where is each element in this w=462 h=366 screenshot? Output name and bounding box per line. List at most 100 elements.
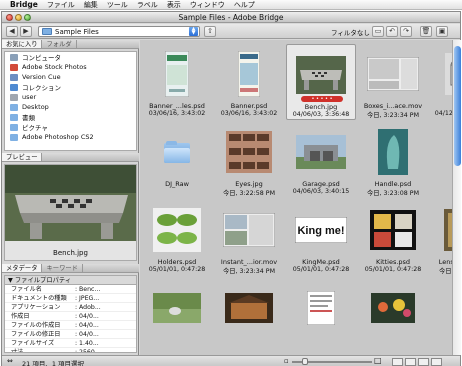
file-item[interactable]: Banner_...les.psd 03/06/16, 3:43:02: [142, 44, 212, 120]
thumbnail-image: [294, 284, 348, 332]
filter-menu[interactable]: フィルタなし ▾: [331, 27, 375, 37]
file-item[interactable]: [214, 278, 284, 354]
compact-mode-button[interactable]: ▣: [436, 26, 448, 37]
versions-view-button[interactable]: [431, 358, 442, 366]
file-item[interactable]: Instant_...ior.mov 今日, 3:23:34 PM: [214, 200, 284, 276]
computer-icon: [10, 53, 18, 61]
tab-preview[interactable]: プレビュー: [2, 153, 43, 161]
large-thumb-icon: □: [374, 356, 382, 365]
file-item[interactable]: Kitties.psd 05/01/01, 0:47:28: [358, 200, 428, 276]
thumbnail-image: [222, 128, 276, 176]
desktop-folder-icon: [10, 103, 18, 111]
thumbnail-image: [222, 284, 276, 332]
file-item[interactable]: [430, 278, 452, 354]
favorite-item[interactable]: 書類: [5, 112, 136, 122]
rating-stars[interactable]: • • • • •: [301, 96, 343, 102]
menu-view[interactable]: 表示: [167, 0, 181, 10]
tab-folders[interactable]: フォルダ: [42, 40, 77, 48]
favorite-label: コンピュータ: [22, 54, 61, 62]
menu-label[interactable]: ラベル: [137, 0, 158, 10]
menu-help[interactable]: ヘルプ: [234, 0, 255, 10]
file-item[interactable]: Garage.psd 04/06/03, 3:40:15: [286, 122, 356, 198]
up-folder-button[interactable]: ⇧: [204, 26, 216, 37]
metadata-panel: ▼ ファイルプロパティ ファイル名: Benc... ドキュメントの種類: JPE…: [4, 275, 137, 353]
panel-toggle-icon[interactable]: ⇔: [7, 357, 13, 365]
metadata-key: 作成日: [11, 313, 30, 320]
favorite-item[interactable]: コレクション: [5, 82, 136, 92]
thumbnail-image: [366, 50, 420, 98]
filmstrip-view-button[interactable]: [405, 358, 416, 366]
favorite-label: Version Cue: [22, 73, 61, 81]
thumbnail-size-slider[interactable]: [292, 358, 372, 365]
metadata-value: : Benc...: [75, 286, 101, 293]
title-bar[interactable]: Sample Files - Adobe Bridge: [2, 12, 460, 23]
vertical-scrollbar[interactable]: [452, 40, 461, 355]
metadata-key: ファイルサイズ: [11, 340, 55, 347]
favorite-item[interactable]: Adobe Stock Photos: [5, 62, 136, 72]
svg-text:King me!: King me!: [297, 225, 344, 237]
file-item[interactable]: Holders.psd 05/01/01, 0:47:28: [142, 200, 212, 276]
file-date: 今日, 3:23:34 PM: [222, 268, 276, 275]
favorite-item[interactable]: user: [5, 92, 136, 102]
scrollbar-thumb[interactable]: [454, 46, 461, 166]
bridge-window: Sample Files - Adobe Bridge ◀ ▶ Sample F…: [1, 11, 461, 366]
thumbnail-image: [222, 206, 276, 254]
rotate-left-button[interactable]: ↶: [386, 26, 398, 37]
file-item[interactable]: Can.psd04/12/28, 11:36:02: [430, 44, 452, 120]
file-item[interactable]: King me! KingMe.psd 05/01/01, 0:47:28: [286, 200, 356, 276]
favorite-item[interactable]: コンピュータ: [5, 52, 136, 62]
file-properties-header[interactable]: ▼ ファイルプロパティ: [5, 276, 136, 285]
folder-select[interactable]: Sample Files ▲ ▼: [38, 26, 200, 37]
file-item[interactable]: [286, 278, 356, 354]
metadata-row: アプリケーション: Adob...: [5, 303, 136, 312]
file-item[interactable]: Eyes.jpg 今日, 3:22:58 PM: [214, 122, 284, 198]
file-item[interactable]: [142, 278, 212, 354]
file-name: Can.psd: [430, 102, 453, 110]
file-item[interactable]: Handle.psd 今日, 3:23:08 PM: [358, 122, 428, 198]
tab-metadata[interactable]: メタデータ: [2, 264, 43, 272]
file-date: 04/12/28, 11:36:02: [434, 110, 452, 117]
metadata-key: ファイルの修正日: [11, 331, 61, 338]
thumbnail-image: King me!: [294, 206, 348, 254]
thumbnail-image: [294, 51, 348, 99]
thumbnail-view-button[interactable]: [392, 358, 403, 366]
favorite-item[interactable]: ピクチャ: [5, 122, 136, 132]
file-item[interactable]: [358, 278, 428, 354]
menu-edit[interactable]: 編集: [84, 0, 98, 10]
version-cue-icon: [10, 73, 18, 81]
back-button[interactable]: ◀: [6, 26, 18, 37]
file-item[interactable]: LensCorrect.psd 今日, 3:23:34 PM: [430, 200, 452, 276]
menu-tools[interactable]: ツール: [107, 0, 128, 10]
thumbnail-image: [438, 50, 452, 98]
thumbnail-image: [366, 206, 420, 254]
folder-item[interactable]: DJ_Raw: [142, 122, 212, 198]
thumbnail-image: [150, 206, 204, 254]
metadata-row: ファイルの修正日: 04/0...: [5, 330, 136, 339]
file-date: 03/06/16, 3:43:02: [148, 110, 206, 117]
menu-app-name[interactable]: Bridge: [10, 0, 38, 9]
tab-keywords[interactable]: キーワード: [42, 264, 83, 272]
favorite-item[interactable]: Desktop: [5, 102, 136, 112]
favorite-item[interactable]: Version Cue: [5, 72, 136, 82]
details-view-button[interactable]: [418, 358, 429, 366]
folder-item[interactable]: HDR: [430, 122, 452, 198]
metadata-row: ファイルの作成日: 04/0...: [5, 321, 136, 330]
file-name: Holders.psd: [157, 258, 197, 266]
file-item[interactable]: • • • • • Bench.jpg 04/06/03, 3:36:48: [286, 44, 356, 120]
new-folder-button[interactable]: ▭: [372, 26, 384, 37]
slider-knob[interactable]: [302, 358, 308, 365]
menu-window[interactable]: ウィンドウ: [190, 0, 225, 10]
menu-file[interactable]: ファイル: [47, 0, 75, 10]
file-item[interactable]: Boxes_i...ace.mov 今日, 3:23:34 PM: [358, 44, 428, 120]
tab-favorites[interactable]: お気に入り: [2, 40, 43, 48]
delete-button[interactable]: 🗑: [420, 26, 432, 37]
file-date: 05/01/01, 0:47:28: [292, 266, 350, 273]
file-item[interactable]: Banner.psd 03/06/16, 3:43:02: [214, 44, 284, 120]
metadata-row: ファイルサイズ: 1.40...: [5, 339, 136, 348]
forward-button[interactable]: ▶: [20, 26, 32, 37]
file-date: 04/06/03, 3:36:48: [292, 111, 350, 118]
favorite-item[interactable]: Adobe Photoshop CS2: [5, 132, 136, 142]
rotate-right-button[interactable]: ↷: [400, 26, 412, 37]
metadata-key: ファイルの作成日: [11, 322, 61, 329]
metadata-key: ドキュメントの種類: [11, 295, 67, 302]
